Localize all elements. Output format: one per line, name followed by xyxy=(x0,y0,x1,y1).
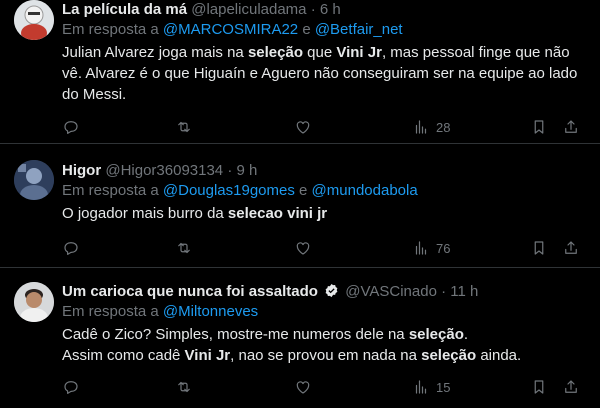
text-run: . xyxy=(463,326,469,343)
text-run: ainda. xyxy=(476,347,522,364)
timestamp[interactable]: 6 h xyxy=(320,1,341,18)
reply-button[interactable] xyxy=(62,238,80,258)
reply-prefix: Em resposta a xyxy=(62,303,159,320)
views-count: 76 xyxy=(436,240,451,256)
retweet-icon xyxy=(175,239,193,257)
bookmark-icon xyxy=(530,118,548,136)
text-run: , nao se provou em nada na xyxy=(230,347,422,364)
like-icon xyxy=(294,239,312,257)
bookmark-icon xyxy=(530,239,548,257)
like-button[interactable] xyxy=(294,238,312,258)
share-icon xyxy=(562,118,580,136)
text-run: que xyxy=(302,44,337,61)
reply-button[interactable] xyxy=(62,117,80,137)
avatar[interactable] xyxy=(14,282,54,322)
text-run: O jogador mais burro da xyxy=(62,205,228,222)
like-icon xyxy=(294,118,312,136)
views-button[interactable]: 15 xyxy=(412,377,450,397)
reply-icon xyxy=(62,118,80,136)
views-icon xyxy=(412,239,430,257)
bookmark-icon xyxy=(530,378,548,396)
reply-join: e xyxy=(299,182,308,199)
reply-user-link[interactable]: @Douglas19gomes xyxy=(163,182,295,199)
author-handle[interactable]: @Higor36093134 xyxy=(105,162,223,179)
author-name[interactable]: La película da má xyxy=(62,1,187,18)
timestamp[interactable]: 11 h xyxy=(450,283,478,300)
tweet-2[interactable]: Higor @Higor36093134 · 9 h Em resposta a… xyxy=(0,144,600,268)
tweet-header: Um carioca que nunca foi assaltado @VASC… xyxy=(62,282,590,302)
highlighted-term: Vini Jr xyxy=(336,44,382,61)
reply-prefix: Em resposta a xyxy=(62,21,159,38)
highlighted-term: seleção xyxy=(421,347,477,364)
views-count: 28 xyxy=(436,119,451,135)
retweet-button[interactable] xyxy=(175,377,193,397)
share-icon xyxy=(562,239,580,257)
like-button[interactable] xyxy=(294,377,312,397)
share-button[interactable] xyxy=(562,377,580,397)
avatar[interactable] xyxy=(14,0,54,40)
reply-context: Em resposta a @Douglas19gomes e @mundoda… xyxy=(62,181,590,201)
bookmark-button[interactable] xyxy=(530,377,548,397)
reply-user-link[interactable]: @MARCOSMIRA22 xyxy=(163,21,298,38)
retweet-icon xyxy=(175,378,193,396)
separator: · xyxy=(441,283,447,300)
reply-icon xyxy=(62,378,80,396)
text-run: Cadê o Zico? Simples, mostre-me numeros … xyxy=(62,326,409,343)
reply-user-link[interactable]: @Betfair_net xyxy=(315,21,403,38)
highlighted-term: selecao vini jr xyxy=(227,205,328,222)
reply-context: Em resposta a @MARCOSMIRA22 e @Betfair_n… xyxy=(62,20,590,40)
views-count: 15 xyxy=(436,379,451,395)
reply-prefix: Em resposta a xyxy=(62,182,159,199)
tweet-text: O jogador mais burro da selecao vini jr xyxy=(62,203,590,224)
share-button[interactable] xyxy=(562,238,580,258)
text-run: Julian Alvarez joga mais na xyxy=(62,44,248,61)
views-button[interactable]: 28 xyxy=(412,117,450,137)
bookmark-button[interactable] xyxy=(530,117,548,137)
avatar[interactable] xyxy=(14,160,54,200)
tweet-actions: 76 xyxy=(62,238,582,258)
tweet-3[interactable]: Um carioca que nunca foi assaltado @VASC… xyxy=(0,268,600,408)
tweet-text: Cadê o Zico? Simples, mostre-me numeros … xyxy=(62,324,590,366)
timestamp[interactable]: 9 h xyxy=(237,162,258,179)
author-name[interactable]: Um carioca que nunca foi assaltado xyxy=(62,283,318,300)
retweet-icon xyxy=(175,118,193,136)
highlighted-term: seleção xyxy=(247,44,303,61)
views-icon xyxy=(412,118,430,136)
highlighted-term: Vini Jr xyxy=(184,347,231,364)
separator: · xyxy=(310,1,316,18)
reply-user-link[interactable]: @Miltonneves xyxy=(163,303,258,320)
tweet-header: La película da má @lapeliculadama · 6 h xyxy=(62,0,590,20)
highlighted-term: seleção xyxy=(408,326,464,343)
share-button[interactable] xyxy=(562,117,580,137)
separator: · xyxy=(227,162,233,179)
reply-context: Em resposta a @Miltonneves xyxy=(62,302,590,322)
author-name[interactable]: Higor xyxy=(62,162,101,179)
tweet-actions: 15 xyxy=(62,377,582,397)
author-handle[interactable]: @VASCinado xyxy=(345,283,437,300)
tweet-header: Higor @Higor36093134 · 9 h xyxy=(62,161,590,181)
tweet-1[interactable]: La película da má @lapeliculadama · 6 h … xyxy=(0,0,600,144)
like-button[interactable] xyxy=(294,117,312,137)
retweet-button[interactable] xyxy=(175,117,193,137)
like-icon xyxy=(294,378,312,396)
reply-user-link[interactable]: @mundodabola xyxy=(312,182,418,199)
verified-badge-icon xyxy=(324,283,339,304)
reply-button[interactable] xyxy=(62,377,80,397)
tweet-actions: 28 xyxy=(62,117,582,137)
tweet-text: Julian Alvarez joga mais na seleção que … xyxy=(62,42,590,105)
author-handle[interactable]: @lapeliculadama xyxy=(191,1,306,18)
views-icon xyxy=(412,378,430,396)
reply-join: e xyxy=(302,21,311,38)
text-run: Assim como cadê xyxy=(62,347,185,364)
views-button[interactable]: 76 xyxy=(412,238,450,258)
bookmark-button[interactable] xyxy=(530,238,548,258)
reply-icon xyxy=(62,239,80,257)
share-icon xyxy=(562,378,580,396)
retweet-button[interactable] xyxy=(175,238,193,258)
